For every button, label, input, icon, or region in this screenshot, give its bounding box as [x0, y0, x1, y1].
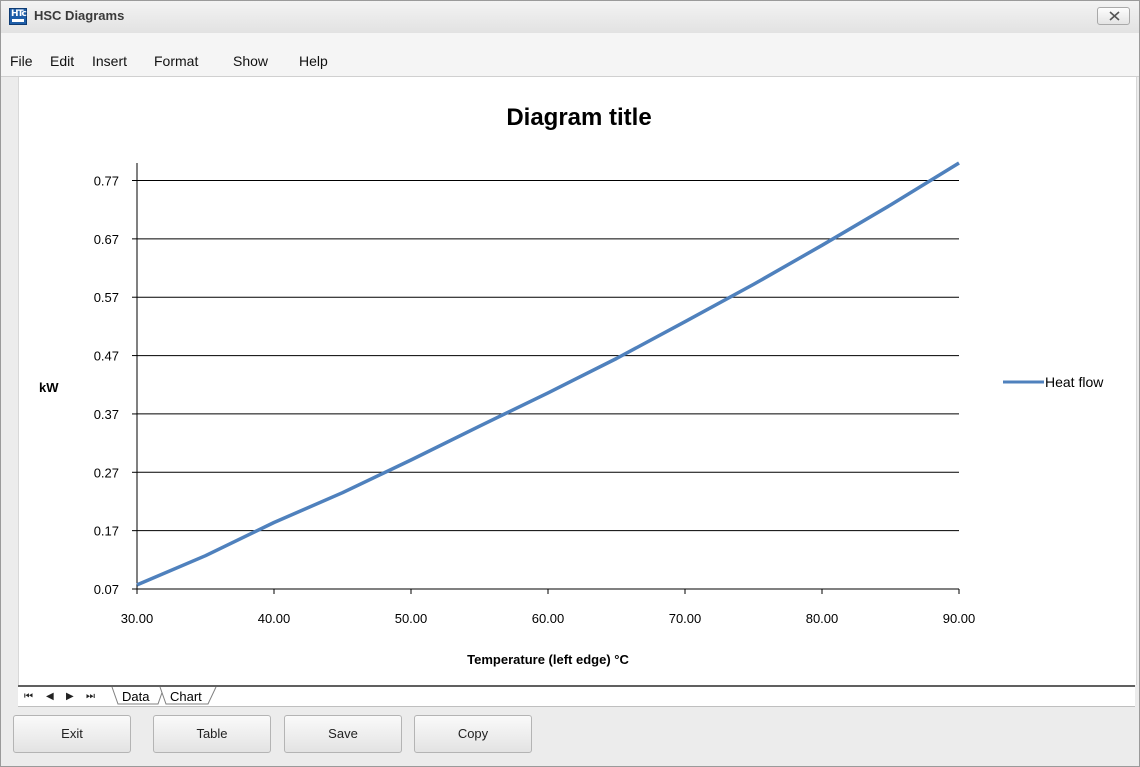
y-tick-label: 0.27: [94, 465, 119, 480]
y-tick-label: 0.57: [94, 290, 119, 305]
y-tick-label: 0.17: [94, 524, 119, 539]
sheet-tab-bar: ⏮ ◀ ▶ ⏭ Data Chart: [18, 685, 1135, 707]
next-sheet-icon[interactable]: ▶: [66, 692, 74, 702]
menu-insert[interactable]: Insert: [92, 53, 127, 69]
x-tick-label: 80.00: [806, 611, 839, 626]
y-tick-label: 0.47: [94, 349, 119, 364]
series-line-heat-flow: [136, 161, 960, 587]
legend: Heat flow: [1003, 374, 1104, 390]
x-tick-label: 90.00: [943, 611, 976, 626]
tab-chart[interactable]: Chart: [170, 689, 202, 706]
menu-show[interactable]: Show: [233, 53, 268, 69]
chart-area: 0.07 0.17 0.27 0.37 0.47 0.57 0.67 0.77 30.00 40…: [18, 77, 1137, 685]
app-window: HTc HSC Diagrams File Edit Insert Format…: [0, 0, 1140, 767]
first-sheet-icon[interactable]: ⏮: [24, 692, 33, 702]
title-bar[interactable]: HTc HSC Diagrams: [1, 1, 1139, 34]
menu-format[interactable]: Format: [154, 53, 198, 69]
close-button[interactable]: [1097, 7, 1130, 25]
table-button[interactable]: Table: [153, 715, 271, 753]
menu-edit[interactable]: Edit: [50, 53, 74, 69]
menu-bar: File Edit Insert Format Show Help: [1, 33, 1139, 77]
app-logo-icon: HTc: [9, 8, 27, 25]
chart-title: Diagram title: [506, 104, 651, 131]
y-axis-label: kW: [39, 380, 59, 395]
button-bar: Exit Table Save Copy: [9, 708, 1135, 762]
y-tick-label: 0.67: [94, 232, 119, 247]
y-tick-label: 0.77: [94, 174, 119, 189]
prev-sheet-icon[interactable]: ◀: [46, 692, 54, 702]
x-tick-label: 30.00: [121, 611, 154, 626]
x-tick-label: 40.00: [258, 611, 291, 626]
y-tick-label: 0.07: [94, 582, 119, 597]
y-tick-label: 0.37: [94, 407, 119, 422]
save-button[interactable]: Save: [284, 715, 402, 753]
x-tick-label: 70.00: [669, 611, 702, 626]
window-title: HSC Diagrams: [34, 8, 125, 23]
x-tick-label: 60.00: [532, 611, 565, 626]
legend-label: Heat flow: [1045, 374, 1104, 390]
menu-file[interactable]: File: [10, 53, 33, 69]
x-tick-label: 50.00: [395, 611, 428, 626]
menu-help[interactable]: Help: [299, 53, 328, 69]
copy-button[interactable]: Copy: [414, 715, 532, 753]
exit-button[interactable]: Exit: [13, 715, 131, 753]
tab-data[interactable]: Data: [122, 689, 149, 706]
line-chart: 0.07 0.17 0.27 0.37 0.47 0.57 0.67 0.77 30.00 40…: [39, 104, 1104, 667]
x-axis-label: Temperature (left edge) °C: [467, 652, 629, 667]
last-sheet-icon[interactable]: ⏭: [86, 692, 95, 702]
close-icon: [1109, 11, 1120, 21]
